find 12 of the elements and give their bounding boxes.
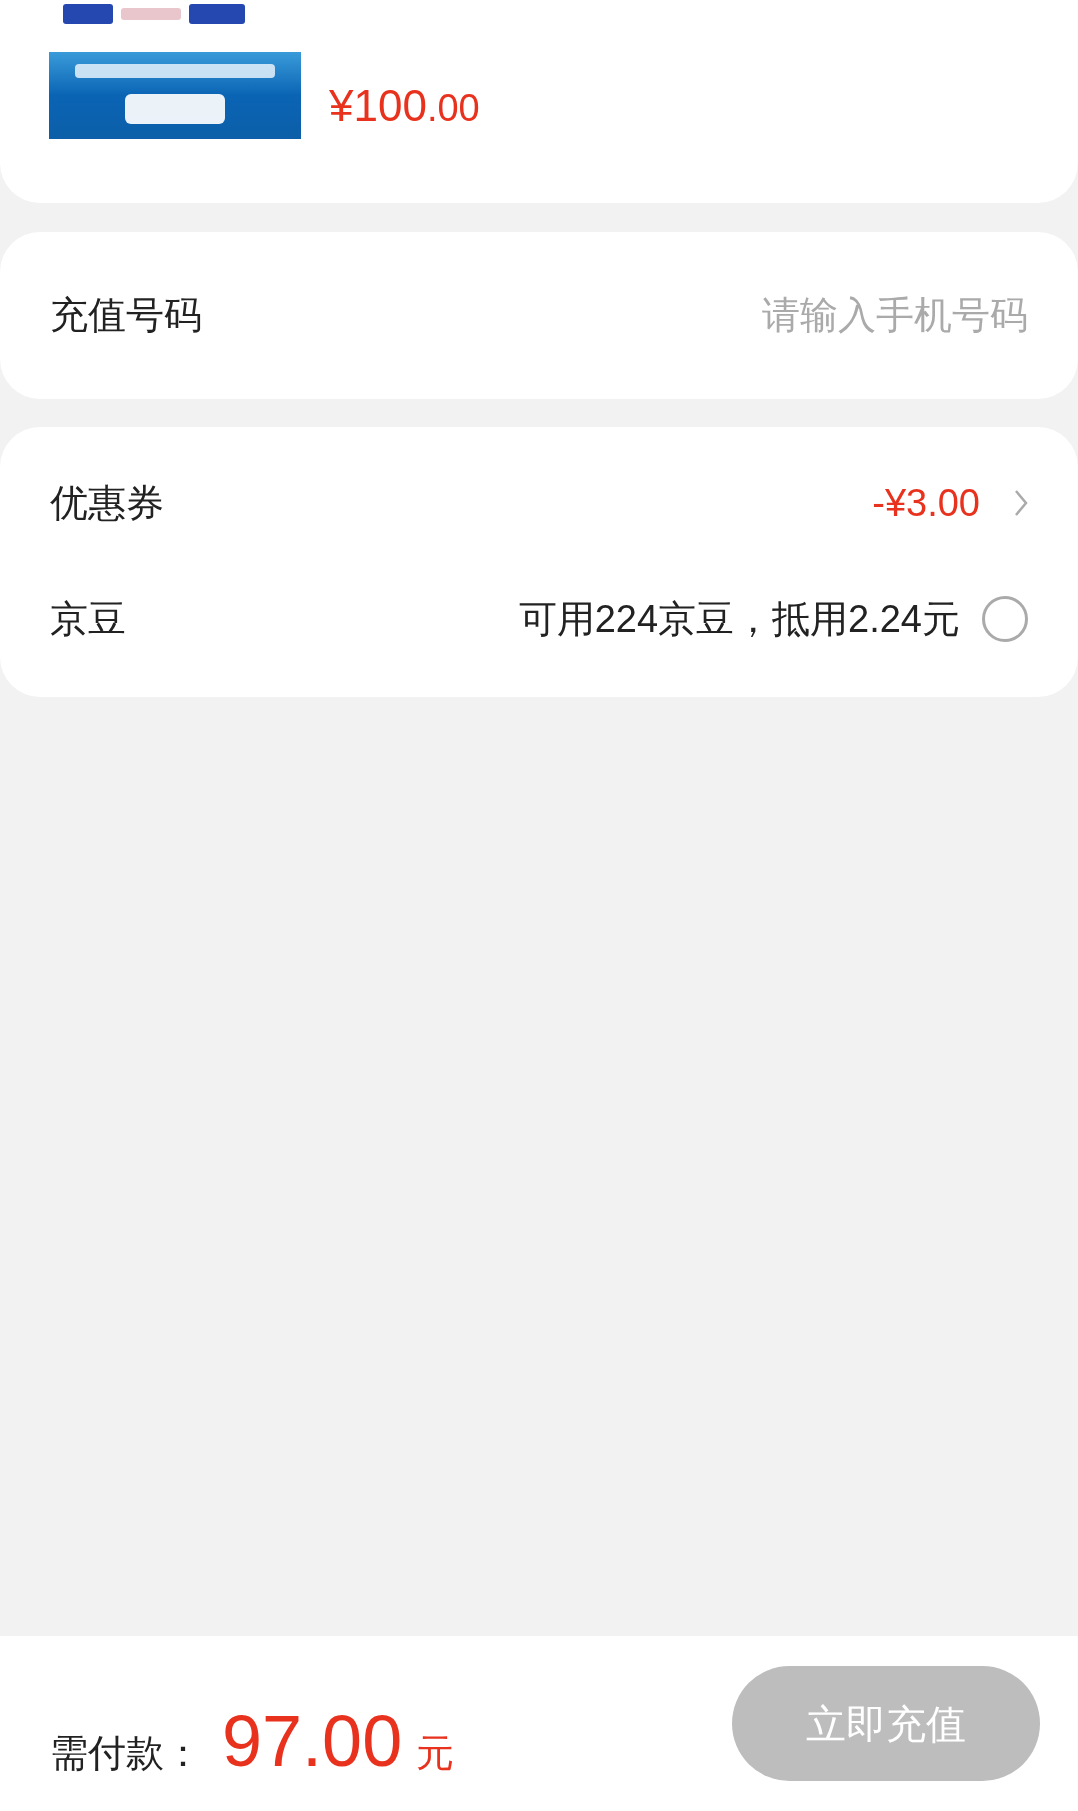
currency-unit: 元 xyxy=(416,1731,455,1776)
price-text: ¥100.00 xyxy=(329,84,480,128)
payment-amount: 97.00 xyxy=(222,1705,403,1777)
beans-radio[interactable] xyxy=(982,596,1028,642)
payment-label: 需付款： xyxy=(50,1731,202,1776)
coupon-label: 优惠券 xyxy=(50,480,164,526)
phone-input-field[interactable]: 请输入手机号码 xyxy=(468,287,1028,344)
beans-text: 可用224京豆，抵用2.24元 xyxy=(518,596,960,642)
coupon-value[interactable]: -¥3.00 xyxy=(872,474,980,532)
field-label: 充值号码 xyxy=(50,293,202,338)
chevron-right-icon[interactable] xyxy=(1014,489,1028,517)
beans-label: 京豆 xyxy=(50,596,126,642)
